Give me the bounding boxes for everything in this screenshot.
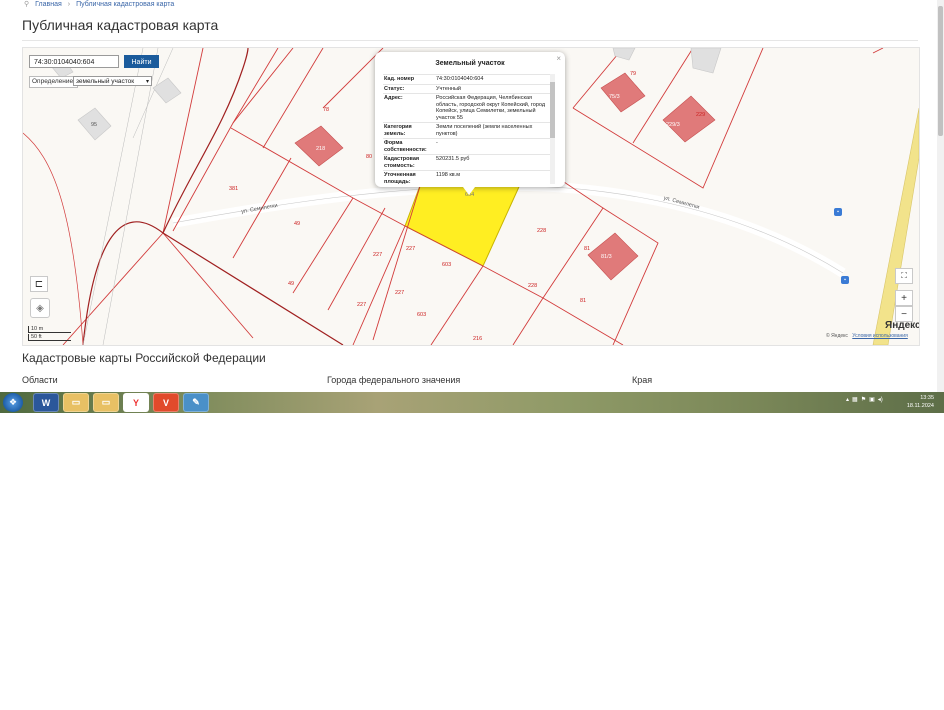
taskbar-app-yandex-browser[interactable]: Y [123,393,149,412]
browser-viewport: ⚲ Главная › Публичная кадастровая карта … [0,0,944,413]
row-value: - [435,138,551,155]
row-key: Кадастровая стоимость: [383,154,435,171]
mode-label: Определение: [29,76,78,88]
folder-icon: ▭ [71,397,81,407]
chevron-up-icon[interactable]: ▴ [846,396,849,403]
quarter-boundary [82,48,344,345]
column-heading-regions: Области [22,375,58,385]
system-tray: ▴ ▦ ⚑ ▣ ◂) [846,396,883,403]
find-button[interactable]: Найти [124,55,159,68]
yandex-browser-icon: Y [132,397,139,408]
row-value: Земли поселений (земли населенных пункто… [435,122,551,139]
row-key: Уточненная площадь: [383,170,435,186]
parcel-info-popup: × Земельный участок Кад. номер 74:30:0104… [375,52,565,195]
row-key: Адрес: [383,93,435,123]
mode-select-value: земельный участок [76,78,135,85]
fullscreen-icon: ⛶ [901,271,907,280]
bus-stop-icon[interactable]: ▪ [841,276,849,284]
row-key: Кад. номер [383,74,435,84]
folder-icon: ▭ [101,397,111,407]
column-heading-krais: Края [632,375,653,385]
page-title: Публичная кадастровая карта [22,17,219,33]
clock-time: 13:35 [920,395,934,401]
table-row: Статус: Учтенный [383,83,551,94]
taskbar-app-pen[interactable]: ✎ [183,393,209,412]
fullscreen-button[interactable]: ⛶ [895,268,913,284]
table-row: Кадастровая стоимость: 520231.5 руб [383,154,551,171]
divider [22,40,918,41]
ruler-icon: ⊏ [34,278,44,290]
chevron-down-icon: ▾ [145,79,149,85]
taskbar-app-vivaldi[interactable]: V [153,393,179,412]
minus-icon: − [901,308,907,320]
taskbar-app-explorer[interactable]: ▭ [63,393,89,412]
cadastral-search-input[interactable]: 74:30:0104040:604 [29,55,119,68]
layers-icon: ◈ [36,302,44,314]
row-value: 1198 кв.м [435,170,551,186]
scale-bar: 10 m 50 ft [28,326,71,342]
copyright-text: © Яндекс [826,333,848,339]
ruler-button[interactable]: ⊏ [30,276,48,292]
taskbar-app-word[interactable]: W [33,393,59,412]
row-key: Статус: [383,83,435,94]
word-icon: W [41,397,51,408]
flag-icon[interactable]: ⚑ [861,396,866,403]
chevron-right-icon: › [67,0,71,8]
plus-icon: + [901,292,907,304]
parcel-info-table: Кад. номер 74:30:0104040:604 Статус: Учтен… [383,74,551,186]
table-row: Категория земель: Земли поселений (земли … [383,122,551,139]
table-row: Адрес: Российская Федерация, Челябинская … [383,93,551,123]
network-icon[interactable]: ▦ [852,396,858,403]
popup-scrollbar[interactable] [550,74,555,184]
yandex-logo-text: Яндекс [885,320,920,331]
taskbar-clock[interactable]: 13:35 18.11.2024 [900,394,934,410]
clock-date: 18.11.2024 [906,403,934,409]
page-scrollbar[interactable] [937,0,944,392]
scale-imperial: 50 ft [28,334,71,341]
column-heading-federal-cities: Города федерального значения [327,375,461,385]
scroll-thumb[interactable] [938,6,943,136]
breadcrumb: ⚲ Главная › Публичная кадастровая карта [24,0,175,9]
yandex-logo: Яндекс [885,320,920,331]
section-title: Кадастровые карты Российской Федерации [22,351,266,365]
popup-title: Земельный участок [435,60,505,67]
breadcrumb-current: Публичная кадастровая карта [76,0,175,8]
row-value: Российская Федерация, Челябинская област… [435,93,551,123]
start-button[interactable]: ❖ [3,393,23,412]
row-value: Учтенный [435,83,551,94]
map-attribution: © Яндекс Условия использования [826,333,908,339]
bus-stop-icon[interactable]: ▪ [834,208,842,216]
volume-icon[interactable]: ◂) [878,396,883,403]
mode-select[interactable]: земельный участок ▾ [73,76,152,86]
pen-icon: ✎ [192,397,200,407]
taskbar-app-explorer[interactable]: ▭ [93,393,119,412]
row-value: 520231.5 руб [435,154,551,171]
zoom-in-button[interactable]: + [895,290,913,306]
scroll-thumb[interactable] [550,82,555,138]
breadcrumb-home-link[interactable]: Главная [35,1,62,8]
table-row: Уточненная площадь: 1198 кв.м [383,170,551,186]
cadastral-map[interactable]: 78 80 95 381 49 49 227 227 227 227 603 6… [22,47,920,346]
windows-icon: ❖ [8,397,18,407]
pin-icon: ⚲ [24,1,30,8]
table-row: Кад. номер 74:30:0104040:604 [383,74,551,84]
display-icon[interactable]: ▣ [869,396,875,403]
terms-link[interactable]: Условия использования [852,333,908,339]
table-row: Форма собственности: - [383,138,551,155]
scale-metric: 10 m [28,326,71,333]
row-value: 74:30:0104040:604 [435,74,551,84]
windows-taskbar: ❖ W ▭ ▭ Y V ✎ ▴ ▦ ⚑ ▣ ◂) 13:35 18.11.202… [0,392,944,413]
vivaldi-icon: V [162,397,169,408]
layers-button[interactable]: ◈ [30,298,50,318]
row-key: Форма собственности: [383,138,435,155]
row-key: Категория земель: [383,122,435,139]
popup-pointer [463,187,475,195]
